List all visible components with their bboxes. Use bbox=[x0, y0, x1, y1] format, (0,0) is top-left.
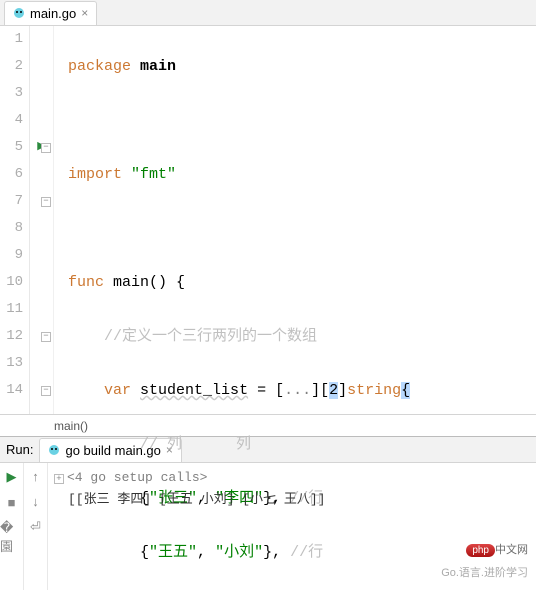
run-label: Run: bbox=[6, 442, 33, 457]
go-file-icon bbox=[13, 7, 25, 19]
wrap-icon[interactable]: ⏎ bbox=[30, 519, 41, 535]
fold-end-icon[interactable]: − bbox=[41, 332, 51, 342]
line-number: 11 bbox=[0, 296, 23, 323]
line-number: 9 bbox=[0, 242, 23, 269]
line-number: 6 bbox=[0, 161, 23, 188]
fold-icon[interactable]: + bbox=[54, 474, 64, 484]
run-toolbar-primary: ▶ ■ �園 bbox=[0, 463, 24, 590]
code-content[interactable]: package main import "fmt" func main() { … bbox=[54, 26, 536, 414]
watermark-subtext: Go.语言.进阶学习 bbox=[441, 562, 528, 584]
comment: // 列 列 bbox=[140, 436, 251, 453]
brace: { bbox=[401, 382, 410, 399]
string-literal: "fmt" bbox=[131, 166, 176, 183]
line-number: 2 bbox=[0, 53, 23, 80]
watermark-badge: php bbox=[466, 544, 495, 557]
rerun-icon[interactable]: ▶ bbox=[7, 469, 17, 485]
file-tab-main-go[interactable]: main.go × bbox=[4, 1, 97, 25]
watermark-text: 中文网 bbox=[495, 544, 528, 556]
watermark: php中文网 Go.语言.进阶学习 bbox=[441, 539, 528, 584]
exit-icon[interactable]: �園 bbox=[0, 520, 23, 555]
ellipsis: ... bbox=[284, 382, 311, 399]
line-number: 3 bbox=[0, 80, 23, 107]
down-icon[interactable]: ↓ bbox=[32, 494, 39, 509]
line-number: 13 bbox=[0, 350, 23, 377]
package-name: main bbox=[140, 58, 176, 75]
code-text: () { bbox=[149, 274, 185, 291]
keyword: var bbox=[104, 382, 131, 399]
type: string bbox=[347, 382, 401, 399]
file-tab-label: main.go bbox=[30, 6, 76, 21]
comment: //定义一个三行两列的一个数组 bbox=[104, 328, 317, 345]
line-number: 10 bbox=[0, 269, 23, 296]
line-number: 4 bbox=[0, 107, 23, 134]
editor-area: 1 2 3 4 5 6 7 8 9 10 11 12 13 14 ▶− − − … bbox=[0, 26, 536, 414]
keyword: func bbox=[68, 274, 104, 291]
func-name: main bbox=[113, 274, 149, 291]
fold-icon[interactable]: − bbox=[41, 197, 51, 207]
console-output[interactable]: +<4 go setup calls> [[张三 李四] [王五 小刘] [小七… bbox=[48, 463, 536, 590]
line-number: 5 bbox=[0, 134, 23, 161]
run-toolbar-secondary: ↑ ↓ ⏎ bbox=[24, 463, 48, 590]
line-number: 14 bbox=[0, 377, 23, 404]
highlighted-number: 2 bbox=[329, 382, 338, 399]
line-number: 1 bbox=[0, 26, 23, 53]
fold-end-icon[interactable]: − bbox=[41, 386, 51, 396]
line-number: 7 bbox=[0, 188, 23, 215]
up-icon[interactable]: ↑ bbox=[32, 469, 39, 484]
stop-icon[interactable]: ■ bbox=[8, 495, 16, 510]
fold-icon[interactable]: − bbox=[41, 143, 51, 153]
identifier: student_list bbox=[140, 382, 248, 399]
line-number: 12 bbox=[0, 323, 23, 350]
console-line: [[张三 李四] [王五 小刘] [小七 王八]] bbox=[54, 489, 530, 511]
editor-tab-bar: main.go × bbox=[0, 0, 536, 26]
go-file-icon bbox=[48, 444, 60, 456]
line-number: 8 bbox=[0, 215, 23, 242]
gutter-marks: ▶− − − − bbox=[30, 26, 54, 414]
close-icon[interactable]: × bbox=[81, 6, 88, 20]
keyword: package bbox=[68, 58, 131, 75]
console-folded-calls: <4 go setup calls> bbox=[67, 470, 207, 485]
keyword: import bbox=[68, 166, 122, 183]
line-number-gutter: 1 2 3 4 5 6 7 8 9 10 11 12 13 14 bbox=[0, 26, 30, 414]
